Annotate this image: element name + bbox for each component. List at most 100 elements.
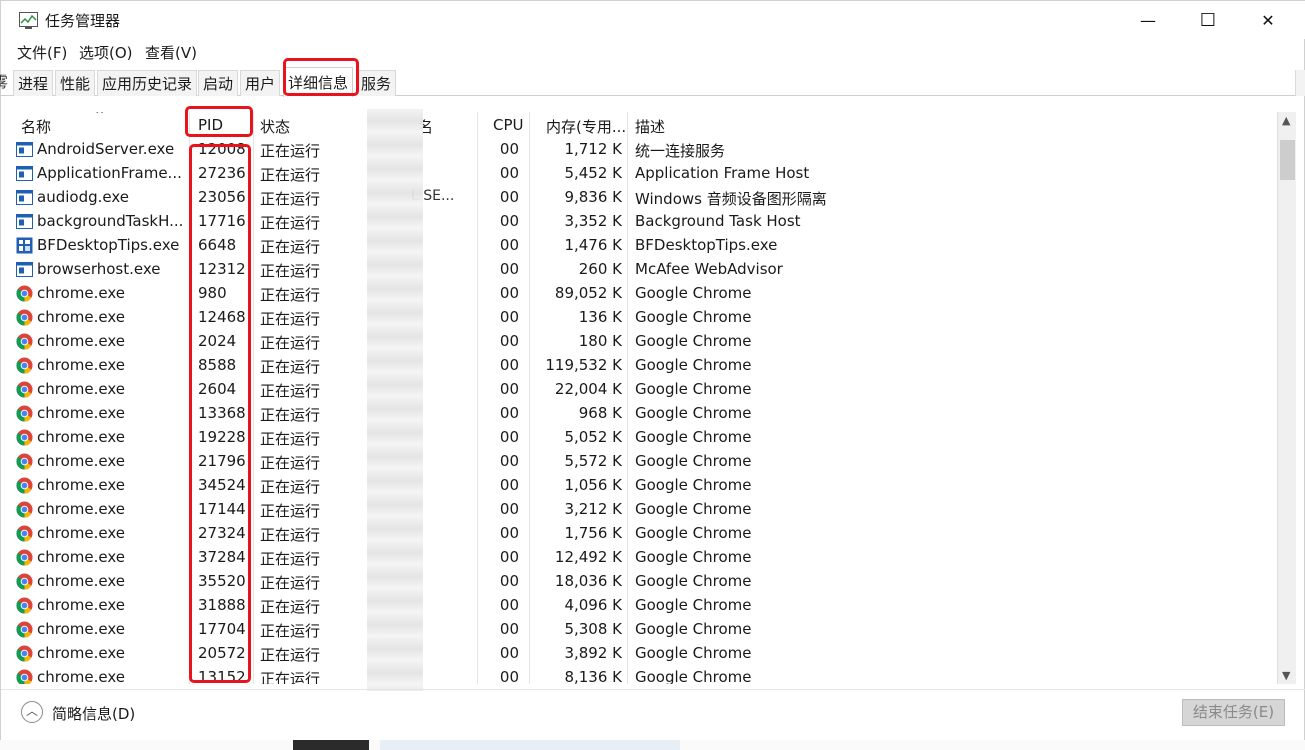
process-status: 正在运行 [260,574,321,592]
process-memory: 1,476 K [564,236,622,254]
process-status: 正在运行 [260,622,321,640]
chrome-icon [16,645,33,662]
tab-users[interactable]: 用户 [240,70,281,96]
process-description: Windows 音频设备图形隔离 [635,190,827,208]
process-memory: 22,004 K [554,380,622,398]
process-description: Google Chrome [635,620,752,638]
process-cpu: 00 [499,428,519,446]
process-name: chrome.exe [37,356,125,374]
minimize-icon: — [1140,10,1156,30]
process-description: Google Chrome [635,404,752,422]
menu-file[interactable]: 文件(F) [17,42,67,63]
process-name: chrome.exe [37,596,125,614]
process-name: chrome.exe [37,284,125,302]
process-status: 正在运行 [260,166,321,184]
title-bar[interactable]: 任务管理器 — ☐ ✕ [1,1,1305,39]
tips-icon [16,237,33,254]
process-description: Google Chrome [635,476,752,494]
process-description: Google Chrome [635,452,752,470]
process-cpu: 00 [499,356,519,374]
chrome-icon [16,597,33,614]
process-description: Google Chrome [635,572,752,590]
taskbar-item[interactable] [380,740,680,750]
process-description: Google Chrome [635,596,752,614]
process-memory: 1,712 K [564,140,622,158]
chrome-icon [16,501,33,518]
tab-label: 用户 [245,75,276,93]
process-description: Google Chrome [635,668,752,684]
process-cpu: 00 [499,212,519,230]
tab-services[interactable]: 服务 [356,70,397,96]
process-name: chrome.exe [37,452,125,470]
end-task-button[interactable]: 结束任务(E) [1182,699,1285,726]
task-manager-icon [19,12,38,29]
tab-performance[interactable]: 性能 [55,70,96,96]
process-status: 正在运行 [260,142,321,160]
chrome-icon [16,549,33,566]
process-memory: 5,052 K [564,428,622,446]
menu-bar: 文件(F) 选项(O) 查看(V) [1,41,1304,65]
process-description: BFDesktopTips.exe [635,236,778,254]
chrome-icon [16,333,33,350]
process-description: Google Chrome [635,308,752,326]
process-memory: 180 K [578,332,622,350]
process-description: Background Task Host [635,212,801,230]
process-memory: 3,352 K [564,212,622,230]
process-cpu: 00 [499,260,519,278]
process-description: Google Chrome [635,644,752,662]
process-status: 正在运行 [260,526,321,544]
process-description: Google Chrome [635,548,752,566]
process-memory: 89,052 K [554,284,622,302]
scroll-down-icon[interactable]: ▼ [1282,669,1290,682]
chrome-icon [16,381,33,398]
process-status: 正在运行 [260,550,321,568]
process-name: chrome.exe [37,476,125,494]
process-cpu: 00 [499,524,519,542]
minimize-button[interactable]: — [1119,1,1177,39]
chrome-icon [16,477,33,494]
process-name: backgroundTaskH... [37,212,184,230]
tab-processes[interactable]: 进程 [13,70,54,96]
chrome-icon [16,669,33,684]
column-header-status[interactable]: 状态 [260,116,290,137]
vertical-scrollbar[interactable]: ▲ ▼ [1277,112,1296,684]
chevron-up-icon[interactable]: ︿ [21,701,43,723]
process-name: chrome.exe [37,428,125,446]
process-cpu: 00 [499,404,519,422]
process-memory: 5,572 K [564,452,622,470]
process-name: audiodg.exe [37,188,129,206]
process-cpu: 00 [499,188,519,206]
process-cpu: 00 [499,548,519,566]
column-header-memory[interactable]: 内存(专用... [546,116,626,137]
process-status: 正在运行 [260,454,321,472]
chrome-icon [16,405,33,422]
process-name: chrome.exe [37,620,125,638]
process-description: Google Chrome [635,428,752,446]
process-cpu: 00 [499,284,519,302]
scroll-up-icon[interactable]: ▲ [1282,114,1290,127]
process-cpu: 00 [499,380,519,398]
process-cpu: 00 [499,308,519,326]
taskbar-item[interactable] [293,740,369,750]
close-button[interactable]: ✕ [1239,1,1297,39]
tab-scroll-stub [1295,70,1305,96]
process-status: 正在运行 [260,358,321,376]
process-description: McAfee WebAdvisor [635,260,783,278]
process-cpu: 00 [499,596,519,614]
tab-app-history[interactable]: 应用历史记录 [97,70,198,96]
app-window-icon [16,213,33,230]
app-window-icon [16,141,33,158]
scrollbar-thumb[interactable] [1280,140,1295,180]
maximize-button[interactable]: ☐ [1179,1,1237,39]
window-title: 任务管理器 [45,12,121,30]
column-header-cpu[interactable]: CPU [493,116,524,134]
process-status: 正在运行 [260,670,321,684]
menu-view[interactable]: 查看(V) [145,42,197,63]
process-cpu: 00 [499,644,519,662]
process-status: 正在运行 [260,262,321,280]
tab-startup[interactable]: 启动 [198,70,239,96]
menu-options[interactable]: 选项(O) [79,42,133,63]
fewer-details-link[interactable]: 简略信息(D) [52,703,135,724]
column-header-name[interactable]: 名称 [21,116,51,137]
column-header-description[interactable]: 描述 [635,116,665,137]
